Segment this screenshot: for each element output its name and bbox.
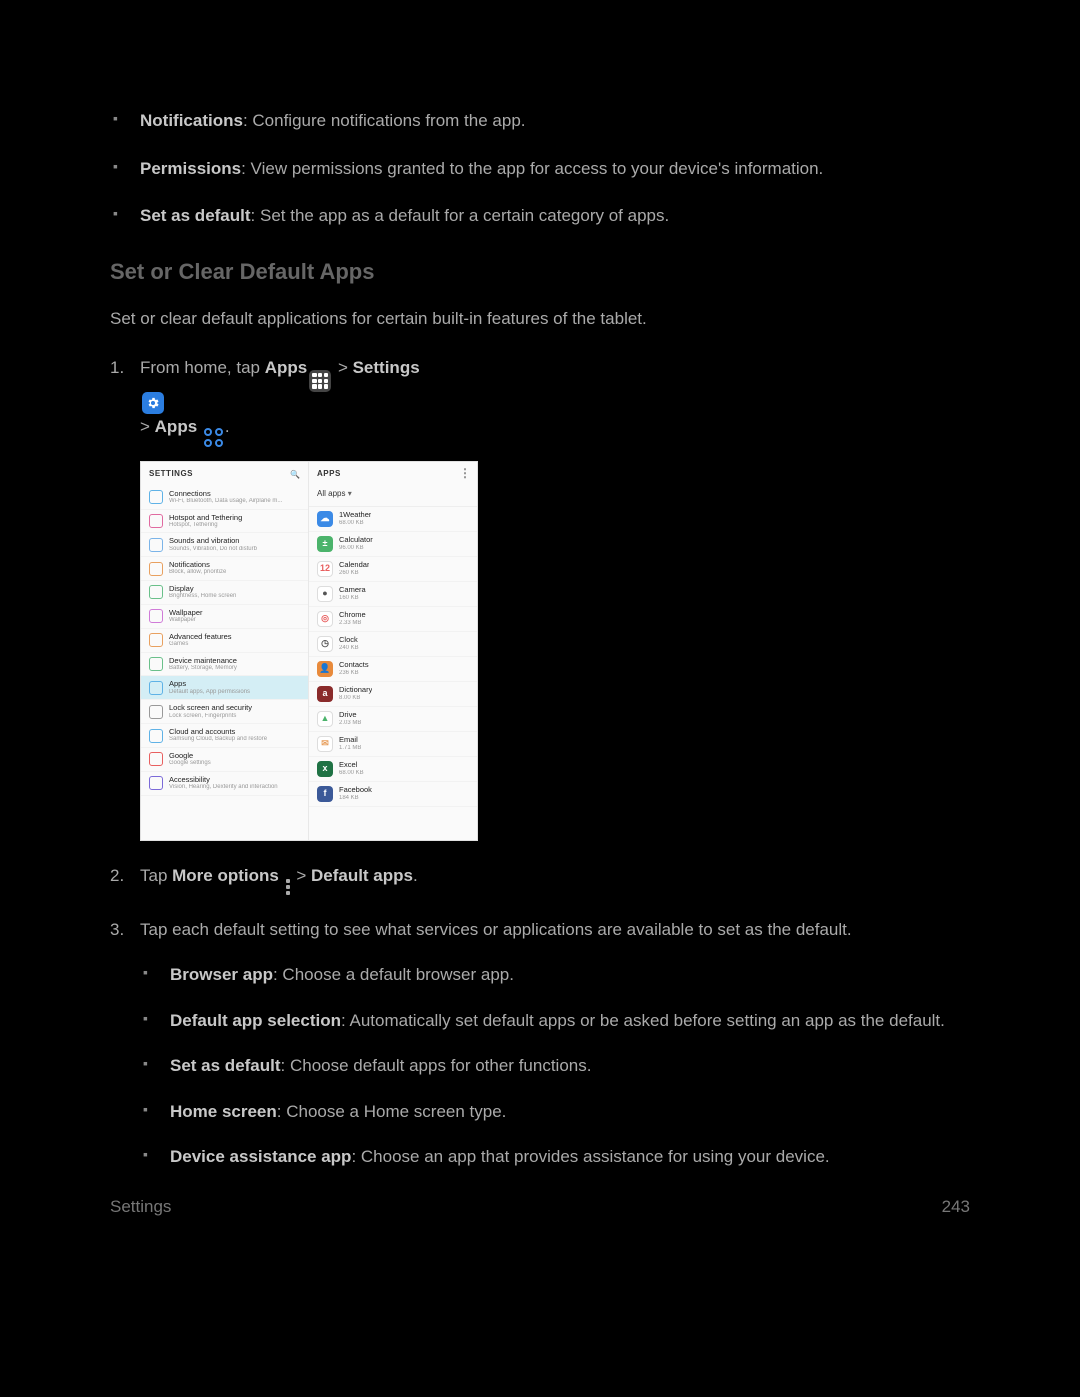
sub-bullet-item: Set as default: Choose default apps for … [140, 1053, 970, 1079]
sub-bullet-list: Browser app: Choose a default browser ap… [140, 962, 970, 1170]
ss-settings-row: Hotspot and TetheringHotspot, Tethering [141, 510, 308, 534]
step-3-text: Tap each default setting to see what ser… [140, 920, 852, 939]
ss-settings-row: Device maintenanceBattery, Storage, Memo… [141, 653, 308, 677]
ss-filter: All apps [309, 486, 477, 507]
ss-app-row: xExcel68.00 KB [309, 757, 477, 782]
bullet-item: Permissions: View permissions granted to… [110, 156, 970, 182]
ss-settings-row: Lock screen and securityLock screen, Fin… [141, 700, 308, 724]
settings-label: Settings [353, 358, 420, 377]
sub-bullet-item: Default app selection: Automatically set… [140, 1008, 970, 1034]
more-icon: ⋮ [459, 469, 469, 479]
top-bullet-list: Notifications: Configure notifications f… [110, 108, 970, 229]
apps-menu-label: Apps [155, 417, 198, 436]
ss-app-row: ±Calculator96.00 KB [309, 532, 477, 557]
bullet-item: Notifications: Configure notifications f… [110, 108, 970, 134]
footer-page-number: 243 [942, 1197, 970, 1217]
ss-settings-row: DisplayBrightness, Home screen [141, 581, 308, 605]
ss-settings-row: Sounds and vibrationSounds, Vibration, D… [141, 533, 308, 557]
more-options-label: More options [172, 866, 279, 885]
ss-settings-row: ConnectionsWi-Fi, Bluetooth, Data usage,… [141, 486, 308, 510]
more-options-icon [286, 879, 290, 895]
ss-settings-row: Cloud and accountsSamsung Cloud, Backup … [141, 724, 308, 748]
ss-app-row: ▲Drive2.03 MB [309, 707, 477, 732]
ss-app-row: aDictionary8.00 KB [309, 682, 477, 707]
apps-label: Apps [265, 358, 308, 377]
ss-settings-header: SETTINGS [149, 468, 193, 480]
ss-app-row: ◎Chrome2.33 MB [309, 607, 477, 632]
ss-settings-row: AccessibilityVision, Hearing, Dexterity … [141, 772, 308, 796]
ss-app-row: 👤Contacts236 KB [309, 657, 477, 682]
ss-settings-row: AppsDefault apps, App permissions [141, 676, 308, 700]
sub-bullet-item: Home screen: Choose a Home screen type. [140, 1099, 970, 1125]
ss-app-row: ✉Email1.71 MB [309, 732, 477, 757]
ss-settings-row: WallpaperWallpaper [141, 605, 308, 629]
steps-list: From home, tap Apps > Settings > Apps . … [110, 355, 970, 1170]
ss-app-row: ☁1Weather68.00 KB [309, 507, 477, 532]
ss-app-row: ◷Clock240 KB [309, 632, 477, 657]
ss-settings-row: Advanced featuresGames [141, 629, 308, 653]
ss-app-row: fFacebook184 KB [309, 782, 477, 807]
sub-bullet-item: Browser app: Choose a default browser ap… [140, 962, 970, 988]
step-2: Tap More options > Default apps. [110, 863, 970, 895]
settings-apps-screenshot: SETTINGS 🔍 ConnectionsWi-Fi, Bluetooth, … [140, 461, 478, 841]
default-apps-label: Default apps [311, 866, 413, 885]
ss-app-row: 12Calendar260 KB [309, 557, 477, 582]
settings-gear-icon [142, 392, 164, 414]
ss-apps-list: ☁1Weather68.00 KB±Calculator96.00 KB12Ca… [309, 507, 477, 840]
footer-section: Settings [110, 1197, 171, 1217]
sub-bullet-item: Device assistance app: Choose an app tha… [140, 1144, 970, 1170]
ss-app-row: ●Camera160 KB [309, 582, 477, 607]
apps-grid-icon [309, 370, 331, 392]
section-title: Set or Clear Default Apps [110, 255, 970, 288]
step-3: Tap each default setting to see what ser… [110, 917, 970, 1170]
search-icon: 🔍 [290, 469, 300, 479]
bullet-item: Set as default: Set the app as a default… [110, 203, 970, 229]
ss-settings-list: ConnectionsWi-Fi, Bluetooth, Data usage,… [141, 486, 308, 840]
ss-settings-row: NotificationsBlock, allow, prioritize [141, 557, 308, 581]
ss-settings-row: GoogleGoogle settings [141, 748, 308, 772]
section-desc: Set or clear default applications for ce… [110, 306, 970, 332]
step-1: From home, tap Apps > Settings > Apps . … [110, 355, 970, 841]
ss-apps-header: APPS [317, 468, 341, 480]
step-1-text: From home, tap [140, 358, 265, 377]
apps-circles-icon [204, 428, 223, 447]
